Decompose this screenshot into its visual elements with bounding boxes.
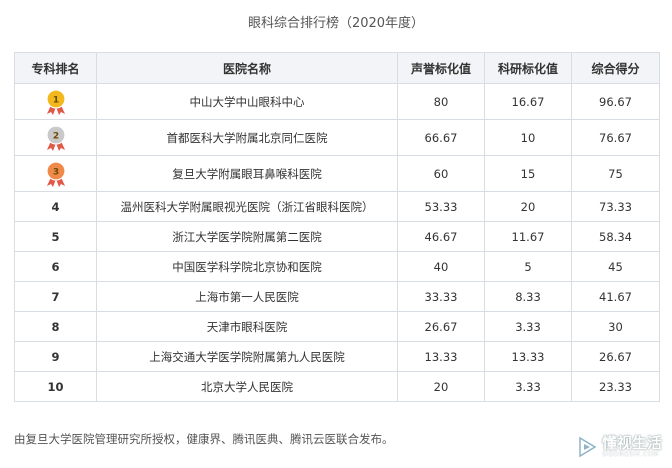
reputation-score-cell: 13.33 xyxy=(397,341,485,372)
medal-rank-number: 3 xyxy=(52,167,58,177)
hospital-name-cell: 温州医科大学附属眼视光医院（浙江省眼科医院） xyxy=(96,191,398,222)
reputation-score-cell: 26.67 xyxy=(397,311,485,342)
hospital-name-cell: 复旦大学附属眼耳鼻喉科医院 xyxy=(96,155,398,192)
reputation-score-cell: 46.67 xyxy=(397,221,485,252)
reputation-score-cell: 33.33 xyxy=(397,281,485,312)
reputation-score-cell: 60 xyxy=(397,155,485,192)
hospital-name-cell: 上海市第一人民医院 xyxy=(96,281,398,312)
total-score-cell: 23.33 xyxy=(571,371,660,402)
watermark: 懂视生活 SIDONGSHI.COM xyxy=(577,436,662,458)
rank-cell: 3 xyxy=(14,155,97,192)
research-score-cell: 3.33 xyxy=(484,311,572,342)
column-header: 科研标化值 xyxy=(484,52,572,84)
reputation-score-cell: 80 xyxy=(397,83,485,120)
research-score-cell: 16.67 xyxy=(484,83,572,120)
ranking-table: 专科排名 医院名称 声誉标化值 科研标化值 综合得分 1 中山大学中山眼科中心 80… xyxy=(14,52,660,402)
gold-medal-icon: 1 xyxy=(45,88,66,115)
total-score-cell: 76.67 xyxy=(571,119,660,156)
total-score-cell: 30 xyxy=(571,311,660,342)
table-row: 6 中国医学科学院北京协和医院 40 5 45 xyxy=(14,251,660,282)
research-score-cell: 13.33 xyxy=(484,341,572,372)
total-score-cell: 73.33 xyxy=(571,191,660,222)
watermark-subtext: SIDONGSHI.COM xyxy=(601,451,659,458)
silver-medal-icon: 2 xyxy=(45,124,66,151)
medal-rank-number: 2 xyxy=(52,131,58,141)
table-row: 2 首都医科大学附属北京同仁医院 66.67 10 76.67 xyxy=(14,119,660,156)
table-row: 3 复旦大学附属眼耳鼻喉科医院 60 15 75 xyxy=(14,155,660,192)
table-row: 7 上海市第一人民医院 33.33 8.33 41.67 xyxy=(14,281,660,312)
rank-cell: 7 xyxy=(14,281,97,312)
research-score-cell: 20 xyxy=(484,191,572,222)
rank-cell: 1 xyxy=(14,83,97,120)
table-header-row: 专科排名 医院名称 声誉标化值 科研标化值 综合得分 xyxy=(14,52,660,84)
medal-rank-number: 1 xyxy=(52,95,58,105)
research-score-cell: 5 xyxy=(484,251,572,282)
rank-cell: 2 xyxy=(14,119,97,156)
hospital-name-cell: 中山大学中山眼科中心 xyxy=(96,83,398,120)
source-note: 由复旦大学医院管理研究所授权，健康界、腾讯医典、腾讯云医联合发布。 xyxy=(14,432,394,446)
total-score-cell: 41.67 xyxy=(571,281,660,312)
research-score-cell: 3.33 xyxy=(484,371,572,402)
table-row: 1 中山大学中山眼科中心 80 16.67 96.67 xyxy=(14,83,660,120)
table-row: 4 温州医科大学附属眼视光医院（浙江省眼科医院） 53.33 20 73.33 xyxy=(14,191,660,222)
hospital-name-cell: 上海交通大学医学院附属第九人民医院 xyxy=(96,341,398,372)
column-header: 综合得分 xyxy=(571,52,660,84)
reputation-score-cell: 20 xyxy=(397,371,485,402)
table-row: 10 北京大学人民医院 20 3.33 23.33 xyxy=(14,371,660,402)
reputation-score-cell: 53.33 xyxy=(397,191,485,222)
watermark-text: 懂视生活 xyxy=(601,434,662,452)
total-score-cell: 26.67 xyxy=(571,341,660,372)
column-header: 专科排名 xyxy=(14,52,97,84)
total-score-cell: 75 xyxy=(571,155,660,192)
table-row: 5 浙江大学医学院附属第二医院 46.67 11.67 58.34 xyxy=(14,221,660,252)
rank-cell: 9 xyxy=(14,341,97,372)
research-score-cell: 10 xyxy=(484,119,572,156)
rank-cell: 6 xyxy=(14,251,97,282)
research-score-cell: 8.33 xyxy=(484,281,572,312)
bronze-medal-icon: 3 xyxy=(45,160,66,187)
rank-cell: 8 xyxy=(14,311,97,342)
total-score-cell: 45 xyxy=(571,251,660,282)
rank-cell: 4 xyxy=(14,191,97,222)
total-score-cell: 96.67 xyxy=(571,83,660,120)
research-score-cell: 15 xyxy=(484,155,572,192)
reputation-score-cell: 40 xyxy=(397,251,485,282)
page-title: 眼科综合排行榜（2020年度） xyxy=(247,16,425,31)
table-row: 9 上海交通大学医学院附属第九人民医院 13.33 13.33 26.67 xyxy=(14,341,660,372)
research-score-cell: 11.67 xyxy=(484,221,572,252)
rank-cell: 5 xyxy=(14,221,97,252)
table-row: 8 天津市眼科医院 26.67 3.33 30 xyxy=(14,311,660,342)
total-score-cell: 58.34 xyxy=(571,221,660,252)
reputation-score-cell: 66.67 xyxy=(397,119,485,156)
hospital-name-cell: 首都医科大学附属北京同仁医院 xyxy=(96,119,398,156)
play-logo-icon xyxy=(579,436,597,458)
rank-cell: 10 xyxy=(14,371,97,402)
column-header: 声誉标化值 xyxy=(397,52,485,84)
hospital-name-cell: 浙江大学医学院附属第二医院 xyxy=(96,221,398,252)
hospital-name-cell: 北京大学人民医院 xyxy=(96,371,398,402)
hospital-name-cell: 中国医学科学院北京协和医院 xyxy=(96,251,398,282)
column-header: 医院名称 xyxy=(96,52,398,84)
hospital-name-cell: 天津市眼科医院 xyxy=(96,311,398,342)
